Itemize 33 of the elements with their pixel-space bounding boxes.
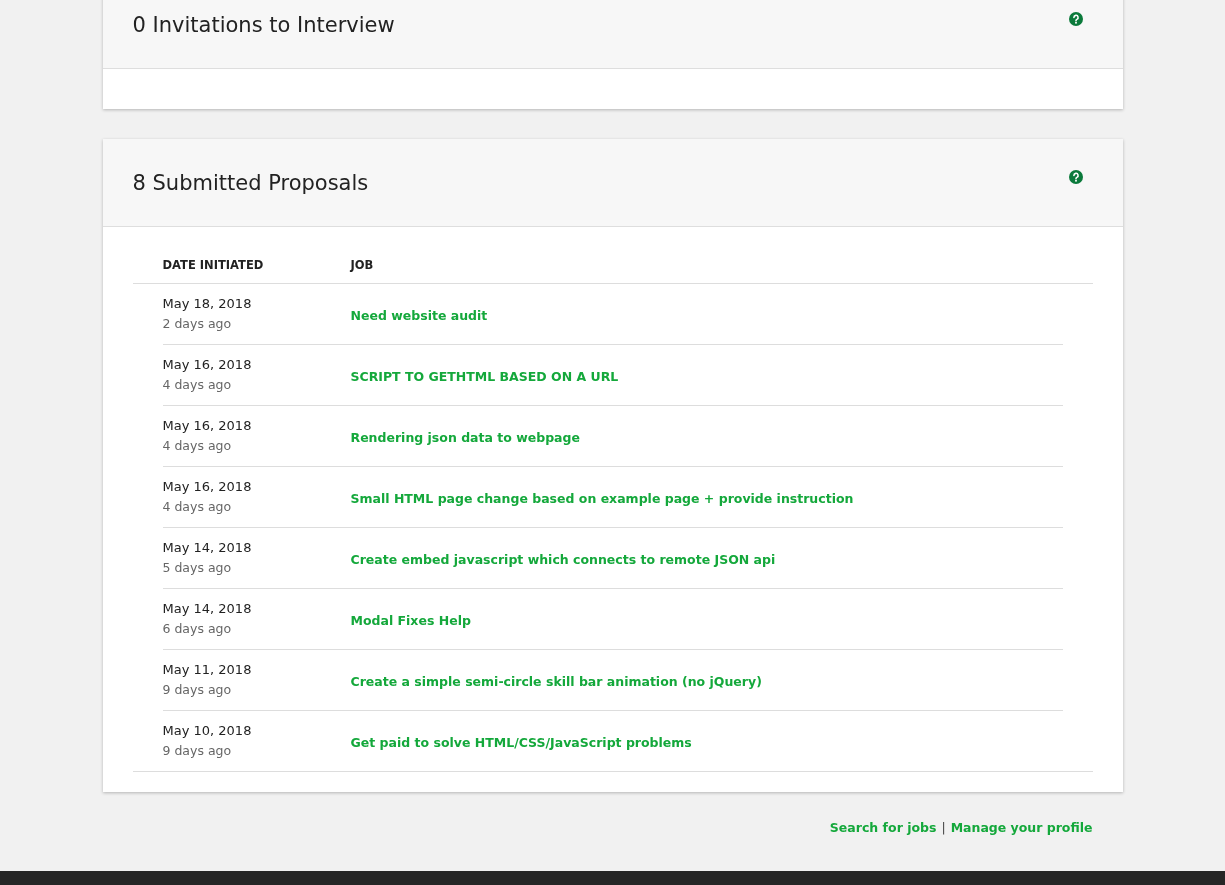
column-header: DATE INITIATED bbox=[162, 258, 265, 272]
job-link[interactable]: Small HTML page change based on example page + provide instruction bbox=[350, 490, 854, 506]
date-text: May 10, 2018 bbox=[162, 722, 253, 740]
date-text: May 14, 2018 bbox=[162, 539, 253, 557]
separator: | bbox=[941, 820, 946, 835]
job-link[interactable]: Modal Fixes Help bbox=[350, 612, 471, 628]
job-link[interactable]: Rendering json data to webpage bbox=[350, 429, 580, 445]
date-text: May 11, 2018 bbox=[162, 661, 253, 679]
relative-time: 2 days ago bbox=[162, 315, 233, 333]
help-icon[interactable] bbox=[1068, 170, 1083, 184]
column-header: JOB bbox=[350, 258, 374, 272]
date-text: May 18, 2018 bbox=[162, 295, 253, 313]
relative-time: 5 days ago bbox=[162, 559, 233, 577]
help-icon[interactable] bbox=[1068, 12, 1083, 26]
section-title: 0 Invitations to Interview bbox=[132, 13, 395, 37]
section-title: 8 Submitted Proposals bbox=[132, 171, 369, 195]
job-link[interactable]: Create a simple semi-circle skill bar animation (no jQuery) bbox=[350, 673, 762, 689]
job-link[interactable]: Create embed javascript which connects to remote JSON api bbox=[350, 551, 776, 567]
job-link[interactable]: Need website audit bbox=[350, 307, 488, 323]
relative-time: 9 days ago bbox=[162, 742, 233, 760]
relative-time: 4 days ago bbox=[162, 498, 233, 516]
job-link[interactable]: Get paid to solve HTML/CSS/JavaScript problems bbox=[350, 734, 692, 750]
date-text: May 14, 2018 bbox=[162, 600, 253, 618]
relative-time: 6 days ago bbox=[162, 620, 233, 638]
footer-link[interactable]: Manage your profile bbox=[950, 820, 1093, 835]
date-text: May 16, 2018 bbox=[162, 478, 253, 496]
relative-time: 9 days ago bbox=[162, 681, 233, 699]
date-text: May 16, 2018 bbox=[162, 356, 253, 374]
job-link[interactable]: SCRIPT TO GETHTML BASED ON A URL bbox=[350, 368, 619, 384]
relative-time: 4 days ago bbox=[162, 437, 233, 455]
footer-link[interactable]: Search for jobs bbox=[829, 820, 937, 835]
date-text: May 16, 2018 bbox=[162, 417, 253, 435]
relative-time: 4 days ago bbox=[162, 376, 233, 394]
